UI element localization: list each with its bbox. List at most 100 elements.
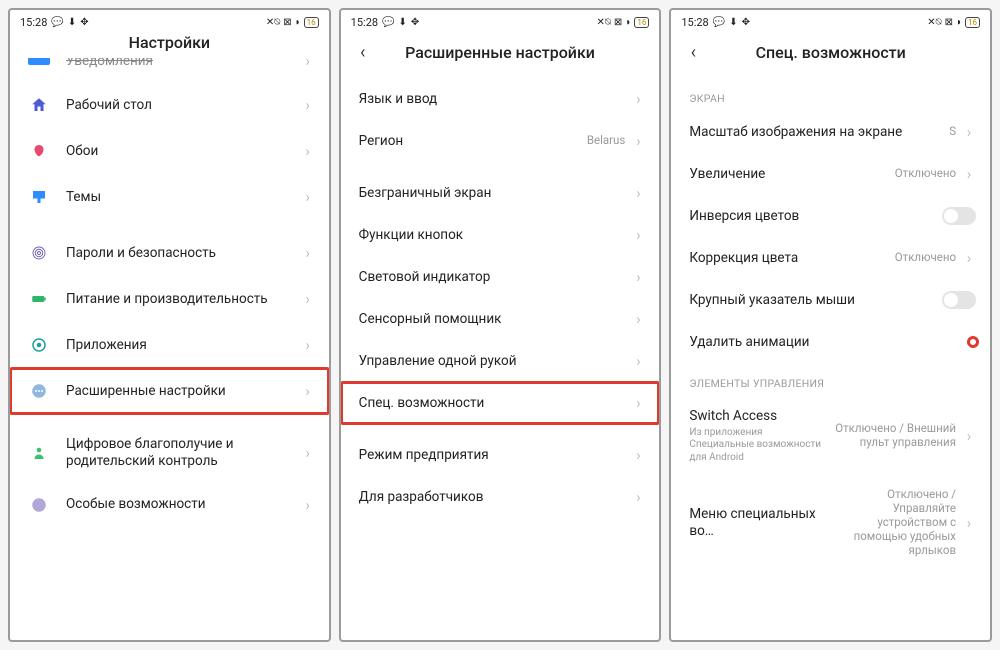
row-developers[interactable]: Для разработчиков › xyxy=(341,476,660,518)
row-label: Увеличение xyxy=(689,166,894,183)
vibrate-icon: ✕⍉ xyxy=(597,17,611,28)
chevron-right-icon: › xyxy=(301,336,315,354)
row-buttons[interactable]: Функции кнопок › xyxy=(341,214,660,256)
back-button[interactable]: ‹ xyxy=(353,42,373,62)
row-label: Цифровое благополучие и родительский кон… xyxy=(66,436,301,470)
row-label: Пароли и безопасность xyxy=(66,245,301,262)
status-time: 15:28 xyxy=(681,16,708,29)
chevron-right-icon: › xyxy=(962,427,976,445)
chevron-right-icon: › xyxy=(631,488,645,506)
nosim-icon: ⊠ xyxy=(945,17,953,28)
row-label: Коррекция цвета xyxy=(689,250,894,267)
row-label: Меню специальных во… xyxy=(689,506,826,540)
wifi-icon: ◗ xyxy=(625,17,631,28)
status-bar: 15:28 💬 ⬇ ✥ ✕⍉ ⊠ ◗ 16 xyxy=(671,10,990,32)
header: ‹ Спец. возможности xyxy=(671,32,990,78)
row-touch-assistant[interactable]: Сенсорный помощник › xyxy=(341,298,660,340)
row-passwords[interactable]: Пароли и безопасность › xyxy=(10,230,329,276)
row-sublabel: Из приложения Специальные возможности дл… xyxy=(689,427,826,465)
status-bar: 15:28 💬 ⬇ ✥ ✕⍉ ⊠ ◗ 16 xyxy=(341,10,660,32)
fingerprint-icon xyxy=(28,242,50,264)
row-advanced-settings[interactable]: Расширенные настройки › xyxy=(10,368,329,414)
row-label: Спец. возможности xyxy=(359,395,632,412)
row-label: Уведомления xyxy=(66,58,301,69)
row-label: Функции кнопок xyxy=(359,227,632,244)
row-themes[interactable]: Темы › xyxy=(10,174,329,220)
chevron-right-icon: › xyxy=(631,184,645,202)
chat-icon: 💬 xyxy=(713,17,725,28)
phone-screen-advanced: 15:28 💬 ⬇ ✥ ✕⍉ ⊠ ◗ 16 ‹ Расширенные наст… xyxy=(339,8,662,642)
row-power[interactable]: Питание и производительность › xyxy=(10,276,329,322)
status-bar: 15:28 💬 ⬇ ✥ ✕⍉ ⊠ ◗ 16 xyxy=(10,10,329,32)
chevron-right-icon: › xyxy=(301,58,315,70)
row-label: Обои xyxy=(66,143,301,160)
row-label: Особые возможности xyxy=(66,496,301,513)
row-label: Для разработчиков xyxy=(359,489,632,506)
header: Настройки xyxy=(10,32,329,58)
vibrate-icon: ✕⍉ xyxy=(927,17,941,28)
chevron-right-icon: › xyxy=(301,188,315,206)
chevron-right-icon: › xyxy=(962,249,976,267)
row-value: Отключено / Внешний пульт управления xyxy=(826,422,956,450)
row-region[interactable]: Регион Belarus › xyxy=(341,120,660,162)
chevron-right-icon: › xyxy=(631,132,645,150)
battery-indicator: 16 xyxy=(304,17,319,28)
chevron-right-icon: › xyxy=(631,446,645,464)
row-label: Масштаб изображения на экране xyxy=(689,124,949,141)
chevron-right-icon: › xyxy=(631,394,645,412)
row-wallpaper[interactable]: Обои › xyxy=(10,128,329,174)
row-label: Питание и производительность xyxy=(66,291,301,308)
chevron-right-icon: › xyxy=(301,382,315,400)
themes-icon xyxy=(28,186,50,208)
home-icon xyxy=(28,94,50,116)
row-value: Отключено / Управляйте устройством с пом… xyxy=(826,488,956,557)
row-label: Регион xyxy=(359,133,587,150)
chevron-right-icon: › xyxy=(631,90,645,108)
row-magnification[interactable]: Увеличение Отключено › xyxy=(671,153,990,195)
section-controls: ЭЛЕМЕНТЫ УПРАВЛЕНИЯ xyxy=(671,363,990,396)
download-icon: ⬇ xyxy=(729,17,737,28)
row-wellbeing[interactable]: Цифровое благополучие и родительский кон… xyxy=(10,424,329,482)
row-accessibility-menu[interactable]: Меню специальных во… Отключено / Управля… xyxy=(671,476,990,569)
misc-icon: ✥ xyxy=(411,17,419,28)
chevron-right-icon: › xyxy=(301,290,315,308)
row-label: Язык и ввод xyxy=(359,91,632,108)
row-switch-access[interactable]: Switch Access Из приложения Специальные … xyxy=(671,396,990,476)
row-display-scale[interactable]: Масштаб изображения на экране S › xyxy=(671,111,990,153)
chevron-right-icon: › xyxy=(962,123,976,141)
row-led[interactable]: Световой индикатор › xyxy=(341,256,660,298)
toggle-large-pointer[interactable] xyxy=(942,291,976,309)
row-apps[interactable]: Приложения › xyxy=(10,322,329,368)
row-color-inversion[interactable]: Инверсия цветов xyxy=(671,195,990,237)
nosim-icon: ⊠ xyxy=(283,17,291,28)
row-desktop[interactable]: Рабочий стол › xyxy=(10,82,329,128)
row-label: Световой индикатор xyxy=(359,269,632,286)
special-icon xyxy=(28,494,50,516)
row-onehand[interactable]: Управление одной рукой › xyxy=(341,340,660,382)
row-enterprise[interactable]: Режим предприятия › xyxy=(341,434,660,476)
row-fullscreen[interactable]: Безграничный экран › xyxy=(341,172,660,214)
page-title: Настройки xyxy=(10,33,329,52)
row-label: Расширенные настройки xyxy=(66,383,301,400)
chevron-right-icon: › xyxy=(962,165,976,183)
notifications-icon xyxy=(28,58,50,72)
chevron-right-icon: › xyxy=(962,514,976,532)
row-color-correction[interactable]: Коррекция цвета Отключено › xyxy=(671,237,990,279)
row-accessibility[interactable]: Спец. возможности › xyxy=(341,382,660,424)
row-special[interactable]: Особые возможности › xyxy=(10,482,329,528)
row-large-pointer[interactable]: Крупный указатель мыши xyxy=(671,279,990,321)
page-title: Расширенные настройки xyxy=(341,43,660,62)
chevron-right-icon: › xyxy=(301,244,315,262)
chevron-right-icon: › xyxy=(301,444,315,462)
row-language[interactable]: Язык и ввод › xyxy=(341,78,660,120)
download-icon: ⬇ xyxy=(68,17,76,28)
status-time: 15:28 xyxy=(351,16,378,29)
row-label: Рабочий стол xyxy=(66,97,301,114)
wellbeing-icon xyxy=(28,442,50,464)
row-remove-animations[interactable]: Удалить анимации xyxy=(671,321,990,363)
battery-indicator: 16 xyxy=(634,17,649,28)
row-notifications[interactable]: Уведомления › xyxy=(10,58,329,82)
misc-icon: ✥ xyxy=(80,17,88,28)
back-button[interactable]: ‹ xyxy=(683,42,703,62)
toggle-color-inversion[interactable] xyxy=(942,207,976,225)
